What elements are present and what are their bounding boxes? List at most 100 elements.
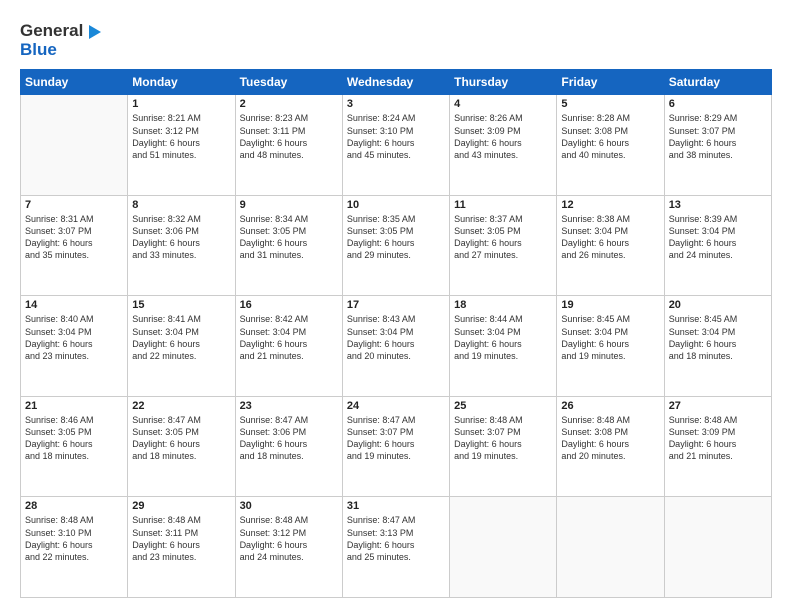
calendar-cell: 3Sunrise: 8:24 AMSunset: 3:10 PMDaylight… (342, 95, 449, 196)
calendar-cell: 23 Sunrise: 8:47 AMSunset: 3:06 PMDayligh… (235, 396, 342, 497)
header: General Blue (20, 18, 772, 59)
day-info: Sunrise: 8:24 AMSunset: 3:10 PMDaylight:… (347, 112, 445, 161)
calendar-cell: 2 Sunrise: 8:23 AMSunset: 3:11 PMDaylight… (235, 95, 342, 196)
page: General Blue SundayMondayTuesdayWednesda… (0, 0, 792, 612)
day-number: 16 (240, 299, 338, 311)
calendar-cell: 19 Sunrise: 8:45 AMSunset: 3:04 PMDayligh… (557, 296, 664, 397)
calendar-cell: 13 Sunrise: 8:39 AMSunset: 3:04 PMDayligh… (664, 195, 771, 296)
day-number: 21 (25, 400, 123, 412)
day-info: Sunrise: 8:38 AMSunset: 3:04 PMDaylight:… (561, 213, 659, 262)
day-number: 30 (240, 500, 338, 512)
calendar-cell: 18 Sunrise: 8:44 AMSunset: 3:04 PMDayligh… (450, 296, 557, 397)
calendar-cell: 28 Sunrise: 8:48 AMSunset: 3:10 PMDayligh… (21, 497, 128, 598)
day-info: Sunrise: 8:23 AMSunset: 3:11 PMDaylight:… (240, 112, 338, 161)
calendar-cell: 12 Sunrise: 8:38 AMSunset: 3:04 PMDayligh… (557, 195, 664, 296)
day-info: Sunrise: 8:34 AMSunset: 3:05 PMDaylight:… (240, 213, 338, 262)
calendar-cell (21, 95, 128, 196)
calendar-cell (450, 497, 557, 598)
calendar-cell: 25 Sunrise: 8:48 AMSunset: 3:07 PMDayligh… (450, 396, 557, 497)
day-info: Sunrise: 8:48 AMSunset: 3:11 PMDaylight:… (132, 514, 230, 563)
calendar-cell: 29 Sunrise: 8:48 AMSunset: 3:11 PMDayligh… (128, 497, 235, 598)
day-info: Sunrise: 8:40 AMSunset: 3:04 PMDaylight:… (25, 313, 123, 362)
calendar-week-row: 21 Sunrise: 8:46 AMSunset: 3:05 PMDayligh… (21, 396, 772, 497)
day-number: 27 (669, 400, 767, 412)
calendar-cell: 31 Sunrise: 8:47 AMSunset: 3:13 PMDayligh… (342, 497, 449, 598)
day-number: 12 (561, 199, 659, 211)
day-info: Sunrise: 8:21 AMSunset: 3:12 PMDaylight:… (132, 112, 230, 161)
calendar-cell: 24 Sunrise: 8:47 AMSunset: 3:07 PMDayligh… (342, 396, 449, 497)
day-number: 4 (454, 98, 552, 110)
day-info: Sunrise: 8:37 AMSunset: 3:05 PMDaylight:… (454, 213, 552, 262)
day-number: 25 (454, 400, 552, 412)
day-info: Sunrise: 8:43 AMSunset: 3:04 PMDaylight:… (347, 313, 445, 362)
calendar-cell: 21 Sunrise: 8:46 AMSunset: 3:05 PMDayligh… (21, 396, 128, 497)
day-number: 23 (240, 400, 338, 412)
calendar-cell: 9 Sunrise: 8:34 AMSunset: 3:05 PMDaylight… (235, 195, 342, 296)
calendar-cell: 5 Sunrise: 8:28 AMSunset: 3:08 PMDaylight… (557, 95, 664, 196)
calendar-cell: 6Sunrise: 8:29 AMSunset: 3:07 PMDaylight… (664, 95, 771, 196)
calendar-cell: 26 Sunrise: 8:48 AMSunset: 3:08 PMDayligh… (557, 396, 664, 497)
calendar-cell (664, 497, 771, 598)
calendar-cell: 1 Sunrise: 8:21 AMSunset: 3:12 PMDaylight… (128, 95, 235, 196)
day-number: 11 (454, 199, 552, 211)
day-number: 5 (561, 98, 659, 110)
weekday-header-saturday: Saturday (664, 70, 771, 95)
day-info: Sunrise: 8:48 AMSunset: 3:10 PMDaylight:… (25, 514, 123, 563)
day-info: Sunrise: 8:28 AMSunset: 3:08 PMDaylight:… (561, 112, 659, 161)
day-number: 13 (669, 199, 767, 211)
day-number: 18 (454, 299, 552, 311)
calendar-cell: 30 Sunrise: 8:48 AMSunset: 3:12 PMDayligh… (235, 497, 342, 598)
weekday-header-friday: Friday (557, 70, 664, 95)
day-info: Sunrise: 8:35 AMSunset: 3:05 PMDaylight:… (347, 213, 445, 262)
day-number: 19 (561, 299, 659, 311)
day-number: 31 (347, 500, 445, 512)
day-info: Sunrise: 8:48 AMSunset: 3:12 PMDaylight:… (240, 514, 338, 563)
day-number: 9 (240, 199, 338, 211)
calendar-cell: 11 Sunrise: 8:37 AMSunset: 3:05 PMDayligh… (450, 195, 557, 296)
day-number: 24 (347, 400, 445, 412)
calendar-cell: 22 Sunrise: 8:47 AMSunset: 3:05 PMDayligh… (128, 396, 235, 497)
day-number: 2 (240, 98, 338, 110)
day-number: 20 (669, 299, 767, 311)
day-info: Sunrise: 8:44 AMSunset: 3:04 PMDaylight:… (454, 313, 552, 362)
day-info: Sunrise: 8:47 AMSunset: 3:05 PMDaylight:… (132, 414, 230, 463)
day-number: 6 (669, 98, 767, 110)
day-info: Sunrise: 8:47 AMSunset: 3:13 PMDaylight:… (347, 514, 445, 563)
calendar-cell: 10Sunrise: 8:35 AMSunset: 3:05 PMDayligh… (342, 195, 449, 296)
calendar-cell: 15 Sunrise: 8:41 AMSunset: 3:04 PMDayligh… (128, 296, 235, 397)
day-info: Sunrise: 8:26 AMSunset: 3:09 PMDaylight:… (454, 112, 552, 161)
calendar-week-row: 7 Sunrise: 8:31 AMSunset: 3:07 PMDaylight… (21, 195, 772, 296)
calendar-week-row: 1 Sunrise: 8:21 AMSunset: 3:12 PMDaylight… (21, 95, 772, 196)
calendar-cell (557, 497, 664, 598)
weekday-header-thursday: Thursday (450, 70, 557, 95)
weekday-header-tuesday: Tuesday (235, 70, 342, 95)
day-number: 28 (25, 500, 123, 512)
day-number: 26 (561, 400, 659, 412)
day-info: Sunrise: 8:31 AMSunset: 3:07 PMDaylight:… (25, 213, 123, 262)
weekday-header-row: SundayMondayTuesdayWednesdayThursdayFrid… (21, 70, 772, 95)
day-info: Sunrise: 8:48 AMSunset: 3:07 PMDaylight:… (454, 414, 552, 463)
day-info: Sunrise: 8:39 AMSunset: 3:04 PMDaylight:… (669, 213, 767, 262)
weekday-header-sunday: Sunday (21, 70, 128, 95)
calendar-cell: 16Sunrise: 8:42 AMSunset: 3:04 PMDayligh… (235, 296, 342, 397)
day-number: 17 (347, 299, 445, 311)
day-info: Sunrise: 8:47 AMSunset: 3:07 PMDaylight:… (347, 414, 445, 463)
day-number: 1 (132, 98, 230, 110)
day-info: Sunrise: 8:45 AMSunset: 3:04 PMDaylight:… (669, 313, 767, 362)
day-number: 15 (132, 299, 230, 311)
calendar-week-row: 14Sunrise: 8:40 AMSunset: 3:04 PMDayligh… (21, 296, 772, 397)
day-info: Sunrise: 8:41 AMSunset: 3:04 PMDaylight:… (132, 313, 230, 362)
calendar-cell: 14Sunrise: 8:40 AMSunset: 3:04 PMDayligh… (21, 296, 128, 397)
calendar-cell: 20 Sunrise: 8:45 AMSunset: 3:04 PMDayligh… (664, 296, 771, 397)
day-info: Sunrise: 8:45 AMSunset: 3:04 PMDaylight:… (561, 313, 659, 362)
day-info: Sunrise: 8:48 AMSunset: 3:08 PMDaylight:… (561, 414, 659, 463)
calendar-cell: 27Sunrise: 8:48 AMSunset: 3:09 PMDayligh… (664, 396, 771, 497)
weekday-header-wednesday: Wednesday (342, 70, 449, 95)
day-number: 22 (132, 400, 230, 412)
day-info: Sunrise: 8:46 AMSunset: 3:05 PMDaylight:… (25, 414, 123, 463)
day-number: 7 (25, 199, 123, 211)
day-info: Sunrise: 8:47 AMSunset: 3:06 PMDaylight:… (240, 414, 338, 463)
day-number: 29 (132, 500, 230, 512)
logo-wordmark: General Blue (20, 22, 103, 59)
calendar-cell: 8Sunrise: 8:32 AMSunset: 3:06 PMDaylight… (128, 195, 235, 296)
